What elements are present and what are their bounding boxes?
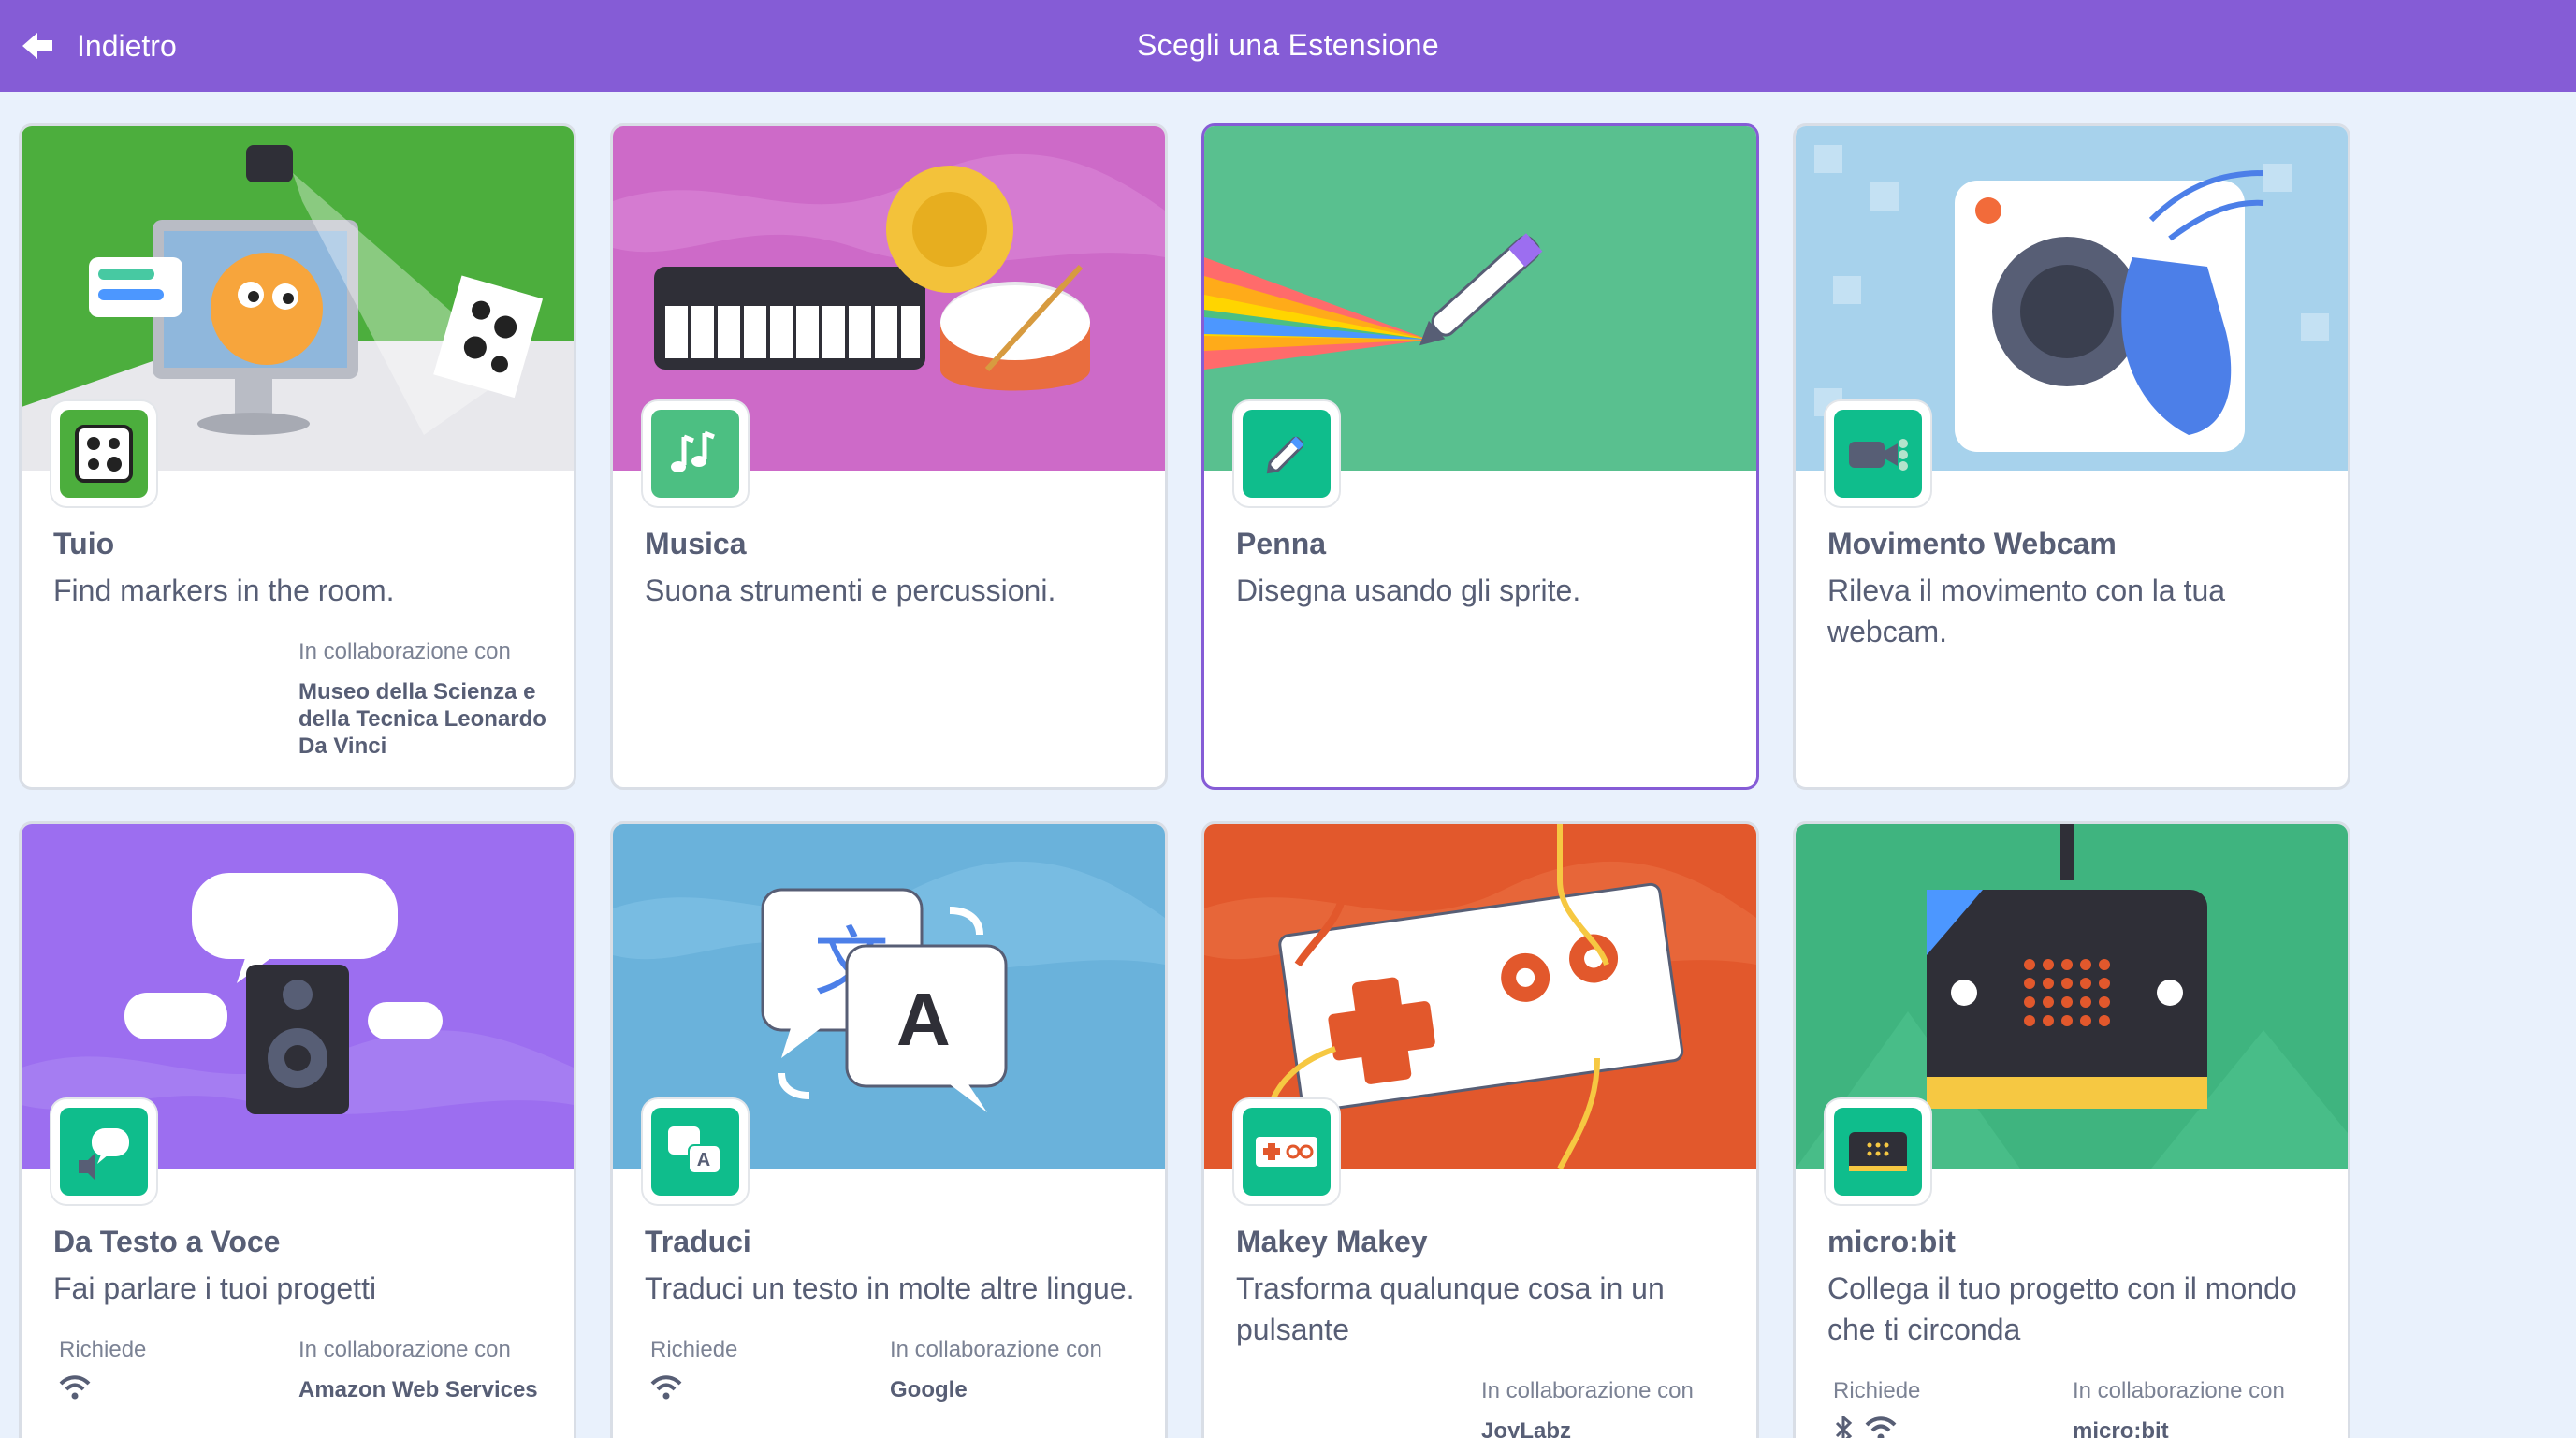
icon-badge: [643, 401, 748, 506]
extension-title: Penna: [1236, 527, 1327, 560]
extension-description: Collega il tuo progetto con il mondo che…: [1827, 1271, 2297, 1346]
extension-title: Makey Makey: [1236, 1225, 1428, 1258]
top-bar: Indietro Scegli una Estensione: [0, 0, 2576, 92]
extension-title: Musica: [645, 527, 747, 560]
requires-label: Richiede: [1833, 1378, 1921, 1403]
extension-description: Rileva il movimento con la tua webcam.: [1827, 574, 2226, 648]
collaborator-label: In collaborazione con: [2073, 1378, 2285, 1403]
collaborator-name: Amazon Web Services: [298, 1377, 538, 1402]
extension-description: Disegna usando gli sprite.: [1236, 574, 1581, 607]
extension-title: Movimento Webcam: [1827, 527, 2117, 560]
wifi-icon: [1865, 1416, 1897, 1438]
svg-text:A: A: [697, 1150, 710, 1170]
extension-description: Find markers in the room.: [53, 574, 395, 607]
extension-description: Suona strumenti e percussioni.: [645, 574, 1056, 607]
extension-description: Fai parlare i tuoi progetti: [53, 1271, 377, 1305]
icon-badge: A: [643, 1099, 748, 1204]
wifi-icon: [59, 1375, 91, 1400]
requirements-block: Richiede: [1833, 1378, 1920, 1438]
extension-card-penna[interactable]: Penna Disegna usando gli sprite.: [1201, 123, 1759, 790]
svg-text:A: A: [896, 978, 951, 1061]
requirements-block: Richiede: [650, 1337, 737, 1401]
pen-icon: [1243, 410, 1331, 498]
extension-title: Da Testo a Voce: [53, 1225, 281, 1258]
icon-badge: [1234, 1099, 1339, 1204]
collaborator-name: Museo della Scienza e della Tecnica Leon…: [298, 679, 546, 759]
requires-label: Richiede: [59, 1337, 147, 1362]
collaborator-name: JoyLabz: [1481, 1418, 1572, 1438]
collaborator-block: In collaborazione con micro:bit: [2073, 1378, 2335, 1438]
translate-icon: A: [651, 1108, 739, 1196]
extension-description: Trasforma qualunque cosa in un pulsante: [1236, 1271, 1665, 1346]
collaborator-block: In collaborazione con JoyLabz: [1481, 1378, 1743, 1438]
extension-description: Traduci un testo in molte altre lingue.: [645, 1271, 1135, 1305]
tuio-marker-icon: [60, 410, 148, 498]
extension-card-microbit[interactable]: micro:bit Collega il tuo progetto con il…: [1793, 821, 2350, 1438]
collaborator-block: In collaborazione con Google: [890, 1337, 1152, 1403]
music-notes-icon: [651, 410, 739, 498]
collaborator-name: micro:bit: [2073, 1418, 2169, 1438]
bluetooth-icon: [1835, 1416, 1853, 1438]
collaborator-block: In collaborazione con Museo della Scienz…: [298, 639, 560, 760]
collaborator-label: In collaborazione con: [298, 1337, 511, 1362]
video-sensing-icon: [1834, 410, 1922, 498]
collaborator-block: In collaborazione con Amazon Web Service…: [298, 1337, 560, 1403]
extension-card-movimento-webcam[interactable]: Movimento Webcam Rileva il movimento con…: [1793, 123, 2350, 790]
icon-badge: [1234, 401, 1339, 506]
icon-badge: [1826, 401, 1930, 506]
extension-title: Tuio: [53, 527, 115, 560]
collaborator-label: In collaborazione con: [890, 1337, 1102, 1362]
icon-badge: [51, 401, 156, 506]
extension-card-makey-makey[interactable]: Makey Makey Trasforma qualunque cosa in …: [1201, 821, 1759, 1438]
extension-card-tuio[interactable]: Tuio Find markers in the room. In collab…: [19, 123, 576, 790]
extension-title: micro:bit: [1827, 1225, 1956, 1258]
collaborator-name: Google: [890, 1377, 968, 1402]
requirements-block: Richiede: [59, 1337, 146, 1401]
collaborator-label: In collaborazione con: [298, 639, 511, 664]
requires-label: Richiede: [650, 1337, 738, 1362]
speech-bubble-icon: [60, 1108, 148, 1196]
collaborator-label: In collaborazione con: [1481, 1378, 1694, 1403]
extension-card-traduci[interactable]: 文 A A Traduci Traduci un testo in molte …: [610, 821, 1168, 1438]
extension-title: Traduci: [645, 1225, 751, 1258]
page-title: Scegli una Estensione: [1137, 28, 1439, 62]
icon-badge: [51, 1099, 156, 1204]
wifi-icon: [650, 1375, 682, 1400]
microbit-icon: [1834, 1108, 1922, 1196]
makey-makey-icon: [1243, 1108, 1331, 1196]
extension-card-text-to-speech[interactable]: Da Testo a Voce Fai parlare i tuoi proge…: [19, 821, 576, 1438]
icon-badge: [1826, 1099, 1930, 1204]
extension-card-musica[interactable]: Musica Suona strumenti e percussioni.: [610, 123, 1168, 790]
